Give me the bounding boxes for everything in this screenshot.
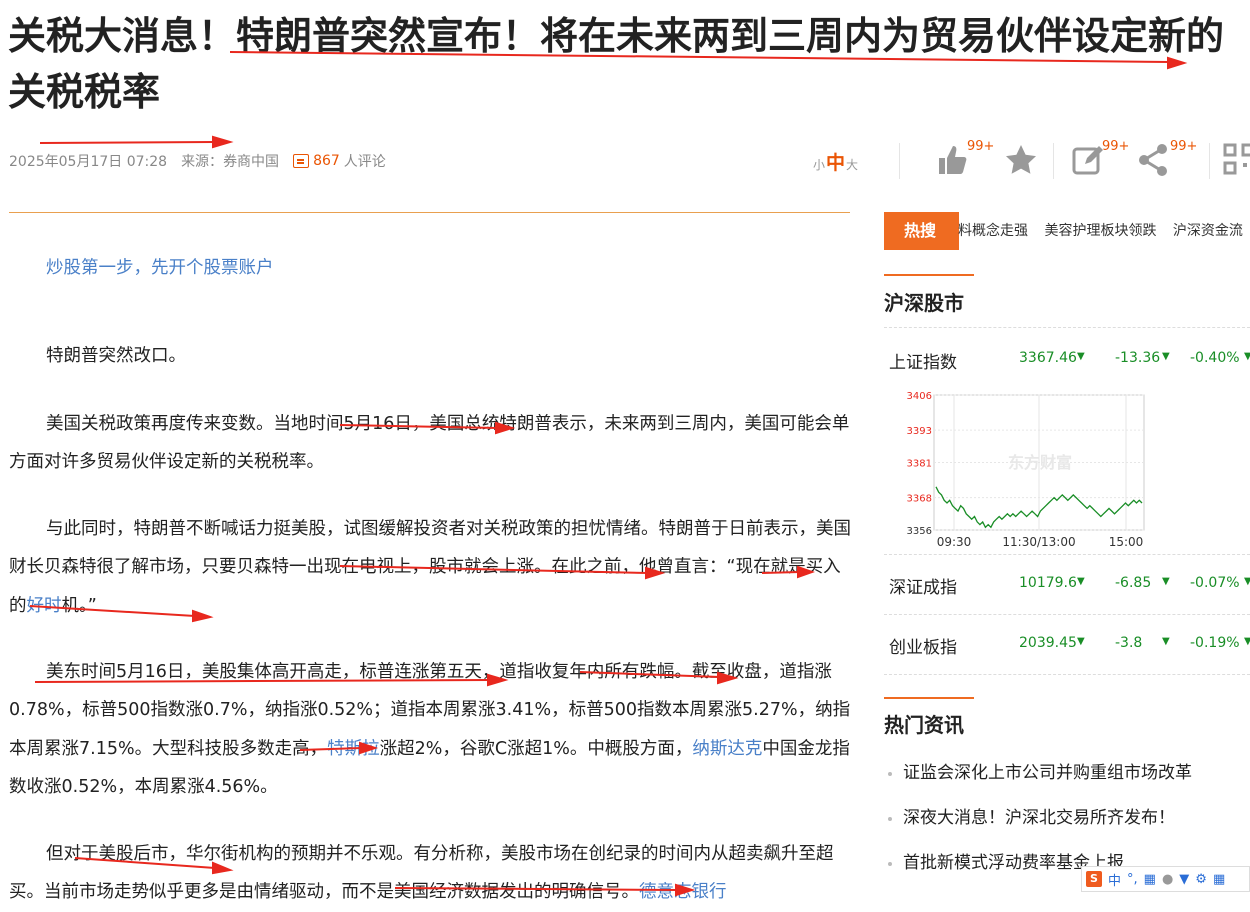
publish-date: 2025年05月17日 07:28 xyxy=(9,154,168,170)
settings-icon[interactable]: ⚙ xyxy=(1195,872,1207,887)
edit-count-badge: 99+ xyxy=(1102,139,1130,154)
font-mid-button[interactable]: 中 xyxy=(826,148,845,175)
index-change: -6.85 xyxy=(1115,575,1152,591)
divider xyxy=(899,143,900,179)
source-name[interactable]: 券商中国 xyxy=(223,154,279,170)
chart-watermark: 东方财富 xyxy=(1008,453,1072,472)
stock-link-deutsche[interactable]: 德意志银行 xyxy=(639,882,727,902)
y-tick-label: 3368 xyxy=(907,494,932,505)
index-percent: -0.40% xyxy=(1190,350,1240,366)
index-change: -3.8 xyxy=(1115,635,1143,651)
ime-toolbar[interactable]: S 中 °, ▦ ● ▼ ⚙ ▦ xyxy=(1081,866,1250,892)
like-count-badge: 99+ xyxy=(967,139,995,154)
section-accent xyxy=(884,697,974,699)
stock-link-nasdaq[interactable]: 纳斯达克 xyxy=(692,739,762,759)
divider xyxy=(1053,143,1054,179)
hot-search-items: 料概念走强 美容护理板块领跌 沪深资金流 xyxy=(958,212,1250,250)
down-arrow-icon: ▼ xyxy=(1162,351,1170,362)
index-row-sz[interactable]: 深证成指 10179.6 ▼ -6.85 ▼ -0.07% ▼ xyxy=(889,569,1250,599)
star-icon[interactable] xyxy=(1001,140,1041,180)
share-count-badge: 99+ xyxy=(1170,139,1198,154)
down-arrow-icon: ▼ xyxy=(1162,636,1170,647)
index-value: 2039.45 xyxy=(1019,635,1077,651)
divider xyxy=(884,327,1250,328)
article-title: 关税大消息！特朗普突然宣布！将在未来两到三周内为贸易伙伴设定新的关税税率 xyxy=(8,14,1225,114)
down-arrow-icon: ▼ xyxy=(1244,576,1250,587)
keyboard-icon[interactable]: ▦ xyxy=(1144,872,1156,887)
down-arrow-icon: ▼ xyxy=(1077,636,1085,647)
index-percent: -0.19% xyxy=(1190,635,1240,651)
down-arrow-icon: ▼ xyxy=(1077,576,1085,587)
font-size-switcher[interactable]: 小 中 大 xyxy=(813,148,858,175)
down-arrow-icon: ▼ xyxy=(1077,351,1085,362)
ime-mode-label[interactable]: 中 xyxy=(1108,870,1121,889)
paragraph: 特朗普突然改口。 xyxy=(46,345,186,366)
font-large-button[interactable]: 大 xyxy=(846,156,858,173)
title-divider xyxy=(9,212,850,213)
open-account-link[interactable]: 炒股第一步，先开个股票账户 xyxy=(46,254,274,279)
hot-search-bar: 热搜 料概念走强 美容护理板块领跌 沪深资金流 xyxy=(884,212,1250,250)
x-tick-label: 09:30 xyxy=(937,535,972,549)
punctuation-icon[interactable]: °, xyxy=(1127,872,1138,887)
y-tick-label: 3406 xyxy=(907,391,932,402)
intraday-chart[interactable]: 东方财富 3356 3368 3381 3393 3406 09:30 11:30/13:… xyxy=(902,390,1152,555)
hot-search-item[interactable]: 料概念走强 xyxy=(958,223,1028,239)
index-name: 上证指数 xyxy=(889,353,957,373)
index-name: 创业板指 xyxy=(889,638,957,658)
stock-link[interactable]: 好时 xyxy=(27,596,62,616)
index-value: 3367.46 xyxy=(1019,350,1077,366)
index-name: 深证成指 xyxy=(889,578,957,598)
index-row-cy[interactable]: 创业板指 2039.45 ▼ -3.8 ▼ -0.19% ▼ xyxy=(889,629,1250,659)
paragraph: 但对于美股后市，华尔街机构的预期并不乐观。有分析称，美股市场在创纪录的时间内从超… xyxy=(9,843,834,903)
comment-suffix: 人评论 xyxy=(343,154,386,170)
paragraph: 美东时间5月16日，美股集体高开高走，标普连涨第五天，道指收复年内所有跌幅。截至… xyxy=(9,661,851,798)
user-icon[interactable]: ● xyxy=(1162,872,1173,887)
paragraph: 美国关税政策再度传来变数。当地时间5月16日，美国总统特朗普表示，未来两到三周内… xyxy=(9,413,850,473)
x-tick-label: 11:30/13:00 xyxy=(1002,535,1075,549)
y-tick-label: 3393 xyxy=(907,426,932,437)
paragraph: 与此同时，特朗普不断喊话力挺美股，试图缓解投资者对关税政策的担忧情绪。特朗普于日… xyxy=(9,518,851,616)
section-accent xyxy=(884,274,974,276)
news-item[interactable]: 深夜大消息！沪深北交易所齐发布！ xyxy=(888,805,1250,850)
hot-search-label: 热搜 xyxy=(884,212,959,250)
font-small-button[interactable]: 小 xyxy=(813,156,825,173)
index-percent: -0.07% xyxy=(1190,575,1240,591)
qr-code-icon[interactable] xyxy=(1223,143,1250,177)
divider xyxy=(884,614,1250,615)
stock-link-tesla[interactable]: 特斯拉 xyxy=(327,739,380,759)
market-section-title: 沪深股市 xyxy=(884,291,964,315)
divider xyxy=(884,554,1250,555)
divider xyxy=(1209,143,1210,179)
source: 来源：券商中国 xyxy=(181,154,280,170)
news-section-title: 热门资讯 xyxy=(884,713,964,737)
x-tick-label: 15:00 xyxy=(1109,535,1144,549)
index-row-sh[interactable]: 上证指数 3367.46 ▼ -13.36 ▼ -0.40% ▼ xyxy=(889,344,1250,374)
comment-count: 867 xyxy=(313,153,340,169)
divider xyxy=(884,674,1250,675)
ime-logo-icon[interactable]: S xyxy=(1086,871,1102,887)
grid-icon[interactable]: ▦ xyxy=(1213,872,1225,887)
index-value: 10179.6 xyxy=(1019,575,1077,591)
down-arrow-icon: ▼ xyxy=(1244,351,1250,362)
down-arrow-icon: ▼ xyxy=(1162,576,1170,587)
news-item[interactable]: 证监会深化上市公司并购重组市场改革 xyxy=(888,760,1250,805)
index-change: -13.36 xyxy=(1115,350,1161,366)
y-tick-label: 3356 xyxy=(907,526,932,537)
article-meta: 2025年05月17日 07:28 来源：券商中国 867 人评论 xyxy=(9,151,386,171)
comment-icon xyxy=(293,154,310,168)
share-icon[interactable] xyxy=(1134,140,1174,180)
hot-search-item[interactable]: 美容护理板块领跌 xyxy=(1044,223,1156,239)
skin-icon[interactable]: ▼ xyxy=(1179,872,1189,887)
comment-link[interactable]: 867 人评论 xyxy=(293,151,386,171)
hot-search-item[interactable]: 沪深资金流 xyxy=(1173,223,1243,239)
y-tick-label: 3381 xyxy=(907,459,932,470)
down-arrow-icon: ▼ xyxy=(1244,636,1250,647)
